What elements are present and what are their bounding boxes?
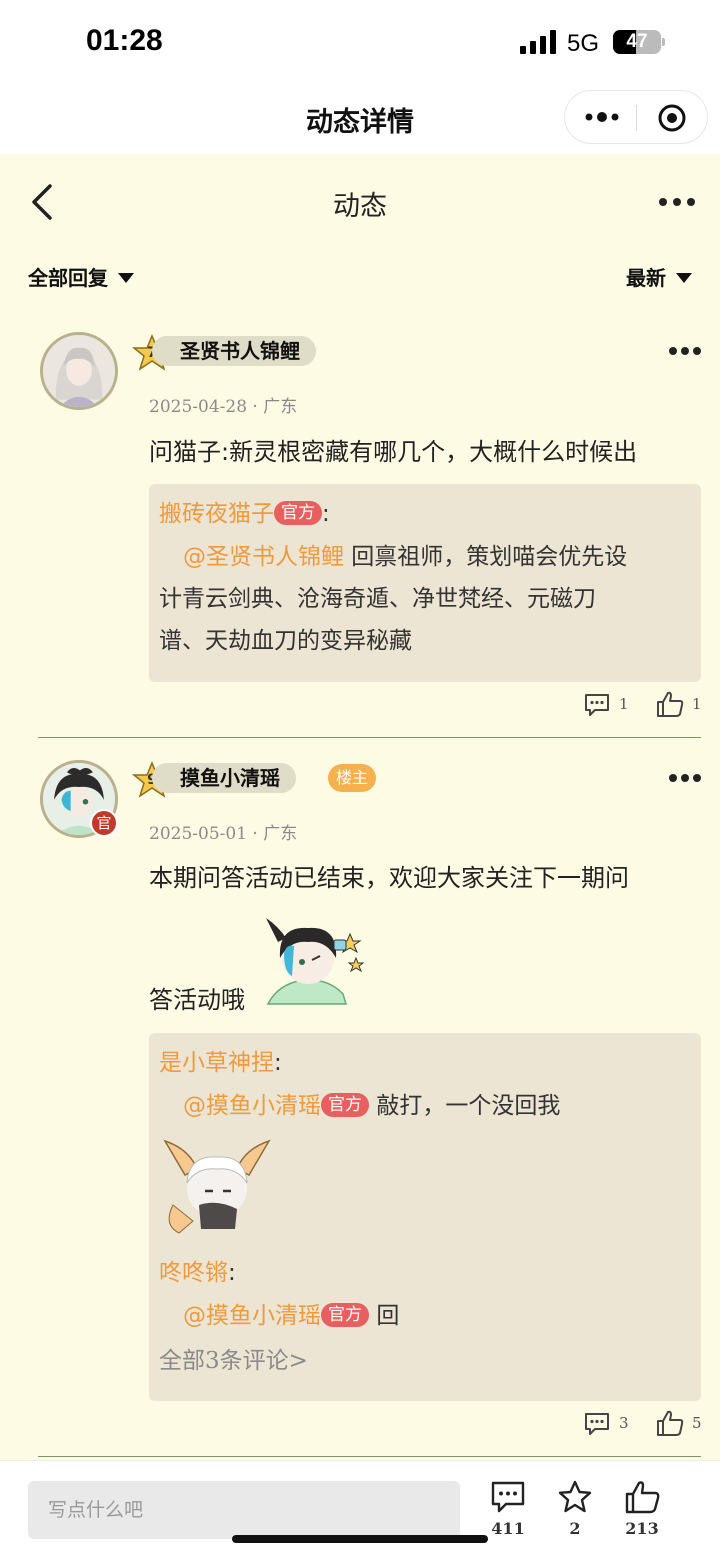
reply-author[interactable]: 搬砖夜猫子: [159, 501, 274, 527]
owner-badge: 楼主: [328, 764, 376, 792]
username[interactable]: 圣贤书人锦鲤: [152, 336, 316, 366]
sticker-image: [266, 918, 365, 1005]
capsule-menu: [564, 90, 708, 144]
like-total: 213: [625, 1519, 659, 1538]
battery-level: 47: [626, 31, 648, 52]
reply-author[interactable]: 咚咚锵: [159, 1260, 228, 1286]
reply-colon: :: [228, 1260, 236, 1286]
favorite-total: 2: [569, 1519, 581, 1538]
official-tag: 官方: [321, 1303, 369, 1327]
reply-text: 计青云剑典、沧海奇遁、净世梵经、元磁刀: [159, 586, 596, 612]
reply-text-line: @摸鱼小清瑶 官方 回: [159, 1295, 691, 1337]
comment-total: 411: [491, 1519, 525, 1538]
network-label: 5G: [567, 30, 600, 57]
reply-text: 敲打，一个没回我: [376, 1093, 561, 1119]
mention[interactable]: @摸鱼小清瑶: [183, 1303, 321, 1329]
mention[interactable]: @摸鱼小清瑶: [183, 1093, 321, 1119]
all-comments-link[interactable]: 全部3条评论>: [159, 1339, 691, 1383]
avatar[interactable]: [40, 332, 118, 410]
filter-sort-label: 最新: [626, 266, 666, 290]
official-tag: 官方: [274, 501, 322, 525]
username[interactable]: 摸鱼小清瑶: [152, 763, 296, 793]
like-icon[interactable]: [656, 1409, 684, 1437]
bottom-bar: 写点什么吧 411 2 213: [0, 1460, 720, 1558]
dropdown-triangle-icon: [676, 273, 692, 283]
dropdown-triangle-icon: [118, 273, 134, 283]
miniprogram-header: 动态详情: [0, 88, 720, 154]
reply-text: 回禀祖师，策划喵会优先设: [344, 544, 628, 570]
reply-colon: :: [274, 1050, 282, 1076]
reply-box[interactable]: 搬砖夜猫子 官方: @圣贤书人锦鲤 回禀祖师，策划喵会优先设 计青云剑典、沧海奇遁…: [149, 484, 701, 682]
app-nav: 动态: [0, 154, 720, 250]
comment-text: 问猫子:新灵根密藏有哪几个，大概什么时候出: [149, 438, 638, 466]
more-icon[interactable]: [656, 190, 698, 214]
battery-icon: 47: [613, 30, 661, 54]
comment-count: 3: [619, 1414, 629, 1432]
comment-input[interactable]: 写点什么吧: [28, 1481, 460, 1539]
comment-count: 1: [619, 695, 629, 713]
comment-text: 本期问答活动已结束，欢迎大家关注下一期问: [149, 864, 629, 892]
comment-icon[interactable]: [583, 692, 611, 718]
official-tag: 官方: [321, 1093, 369, 1117]
like-count: 1: [692, 695, 702, 713]
reply-text: 谱、天劫血刀的变异秘藏: [159, 628, 412, 654]
like-icon[interactable]: [656, 690, 684, 718]
sticker-image: [163, 1139, 271, 1234]
filter-sort[interactable]: 最新: [626, 262, 692, 291]
post-meta: 2025-05-01 · 广东: [149, 824, 298, 844]
reply-text-line: @摸鱼小清瑶 官方 敲打，一个没回我: [159, 1085, 691, 1127]
status-bar: 01:28 5G 47: [0, 0, 720, 88]
home-indicator: [232, 1535, 488, 1543]
star-icon[interactable]: [557, 1479, 593, 1515]
divider: [38, 1456, 701, 1457]
more-icon[interactable]: [668, 768, 702, 788]
like-count: 5: [692, 1414, 702, 1432]
post-meta: 2025-04-28 · 广东: [149, 397, 298, 417]
filter-all-replies-label: 全部回复: [28, 266, 108, 290]
reply-text-line: @圣贤书人锦鲤 回禀祖师，策划喵会优先设: [159, 536, 691, 578]
status-time: 01:28: [86, 24, 163, 57]
comment-icon[interactable]: [490, 1479, 526, 1515]
comment-text: 答活动哦: [149, 986, 245, 1014]
mention[interactable]: @圣贤书人锦鲤: [183, 544, 344, 570]
reply-colon: :: [322, 501, 330, 527]
reply-text: 回: [376, 1303, 400, 1329]
reply-author[interactable]: 是小草神捏: [159, 1050, 274, 1076]
filter-all-replies[interactable]: 全部回复: [28, 262, 134, 291]
divider: [38, 737, 701, 738]
like-icon[interactable]: [624, 1479, 660, 1515]
close-target-icon[interactable]: [657, 103, 687, 133]
nav-title: 动态: [333, 191, 387, 222]
more-dots-icon[interactable]: [583, 103, 621, 131]
official-avatar-badge: 官: [90, 809, 118, 837]
reply-box[interactable]: 是小草神捏: @摸鱼小清瑶 官方 敲打，一个没回我 咚咚锵: @摸鱼小清瑶 官方 回…: [149, 1033, 701, 1401]
signal-icon: [520, 30, 556, 54]
comment-icon[interactable]: [583, 1411, 611, 1437]
more-icon[interactable]: [668, 341, 702, 361]
